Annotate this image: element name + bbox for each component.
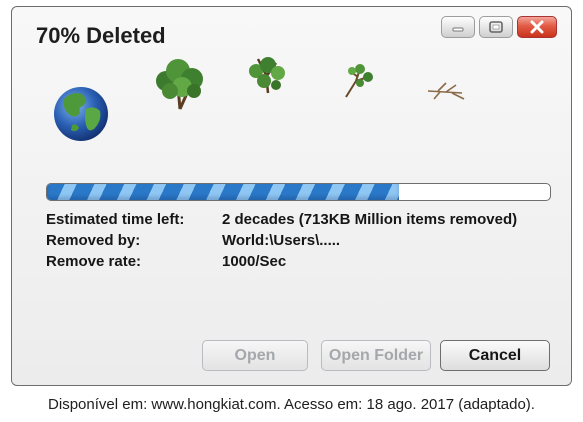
- sparse-tree-icon: [249, 57, 285, 94]
- progress-fill: [47, 184, 400, 200]
- full-tree-icon: [156, 59, 203, 110]
- estimated-time-label: Estimated time left:: [46, 211, 185, 228]
- source-caption: Disponível em: www.hongkiat.com. Acesso …: [48, 396, 535, 413]
- remove-rate-value: 1000/Sec: [222, 253, 287, 270]
- cancel-button[interactable]: Cancel: [440, 340, 550, 371]
- deletion-info: Estimated time left: 2 decades (713KB Mi…: [46, 209, 517, 272]
- window-controls: [441, 16, 557, 38]
- maximize-icon: [489, 21, 503, 33]
- info-row: Remove rate: 1000/Sec: [46, 251, 517, 272]
- delete-dialog-window: 70% Deleted Estimated time left: 2 decad…: [11, 6, 572, 386]
- removed-by-value: World:\Users\.....: [222, 232, 341, 249]
- info-row: Estimated time left: 2 decades (713KB Mi…: [46, 209, 517, 230]
- info-row: Removed by: World:\Users\.....: [46, 230, 517, 251]
- fallen-branch-icon: [427, 82, 465, 100]
- deforestation-illustration: [54, 57, 465, 141]
- open-folder-button[interactable]: Open Folder: [321, 340, 431, 371]
- maximize-button[interactable]: [479, 16, 513, 38]
- estimated-time-value: 2 decades (713KB Million items removed): [222, 211, 518, 228]
- minimize-icon: [452, 27, 464, 32]
- removed-by-label: Removed by:: [46, 232, 141, 249]
- deletion-progress-bar: [46, 183, 551, 201]
- minimize-button[interactable]: [441, 16, 475, 38]
- close-icon: [530, 20, 544, 34]
- window-title: 70% Deleted: [36, 23, 166, 48]
- close-button[interactable]: [517, 16, 557, 38]
- earth-globe-icon: [54, 87, 108, 141]
- open-button[interactable]: Open: [202, 340, 308, 371]
- bare-tree-icon: [345, 64, 373, 98]
- remove-rate-label: Remove rate:: [46, 253, 142, 270]
